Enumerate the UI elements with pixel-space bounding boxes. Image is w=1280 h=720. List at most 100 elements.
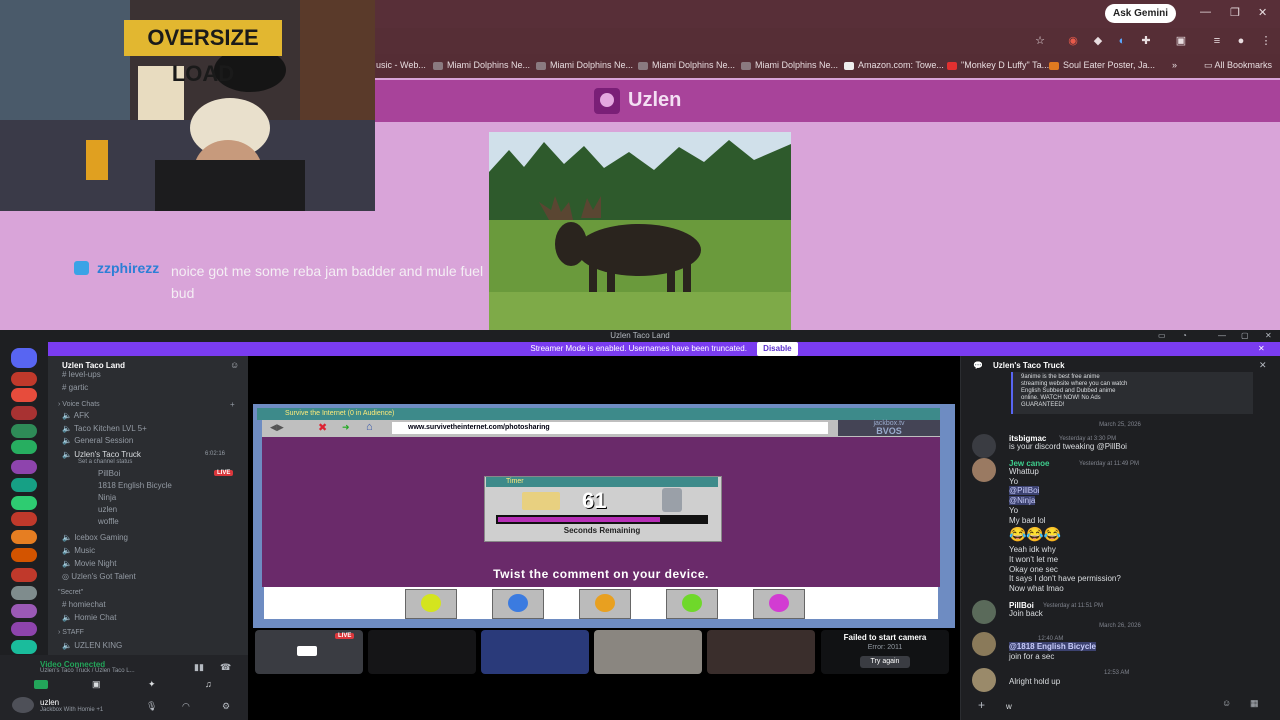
channel-uzlen-king[interactable]: 🔈 UZLEN KING bbox=[62, 641, 122, 650]
bookmark-item[interactable]: "Monkey D Luffy" Ta... bbox=[947, 60, 1049, 70]
disable-streamer-mode-button[interactable]: Disable bbox=[757, 342, 798, 356]
activity-icon[interactable]: ✦ bbox=[148, 679, 156, 690]
headphones-icon[interactable]: ◠ bbox=[182, 701, 190, 712]
close-icon[interactable]: ✕ bbox=[1258, 6, 1267, 19]
avatar[interactable] bbox=[972, 458, 996, 482]
stream-thumbnail[interactable]: LIVE bbox=[255, 630, 363, 674]
server-name[interactable]: Uzlen Taco Land bbox=[62, 361, 125, 370]
add-friend-icon[interactable]: ☺ bbox=[230, 360, 239, 370]
voice-user[interactable]: woffle bbox=[98, 517, 119, 526]
server-icon[interactable] bbox=[11, 460, 37, 474]
avatar[interactable] bbox=[972, 434, 996, 458]
video-tile[interactable] bbox=[707, 630, 815, 674]
channel-music[interactable]: 🔈 Music bbox=[62, 546, 95, 555]
close-icon[interactable]: ✕ bbox=[1265, 331, 1272, 340]
try-again-button[interactable]: Try again bbox=[860, 656, 910, 668]
extension-icon[interactable]: ◆ bbox=[1091, 35, 1105, 47]
channel-level-ups[interactable]: # level-ups bbox=[62, 370, 101, 379]
server-icon[interactable] bbox=[11, 372, 37, 386]
bookmark-item[interactable]: Amazon.com: Towe... bbox=[844, 60, 944, 70]
server-icon[interactable] bbox=[11, 604, 37, 618]
voice-location[interactable]: Uzlen's Taco Truck / Uzlen Taco L... bbox=[40, 668, 135, 674]
bookmark-item[interactable]: Miami Dolphins Ne... bbox=[433, 60, 530, 70]
voice-user[interactable]: Ninja bbox=[98, 493, 116, 502]
server-icon[interactable] bbox=[11, 478, 37, 492]
set-status-link[interactable]: Set a channel status bbox=[78, 459, 132, 465]
camera-toggle-icon[interactable] bbox=[34, 680, 48, 689]
category-secret[interactable]: "Secret" bbox=[58, 589, 83, 596]
home-icon[interactable] bbox=[11, 348, 37, 368]
server-icon[interactable] bbox=[11, 586, 37, 600]
mention[interactable]: @PillBoi bbox=[1009, 486, 1040, 495]
video-tile[interactable] bbox=[594, 630, 702, 674]
voice-user[interactable]: uzlen bbox=[98, 505, 117, 514]
tab-search-icon[interactable]: ▣ bbox=[1174, 35, 1188, 47]
add-channel-icon[interactable]: + bbox=[230, 400, 235, 409]
server-icon[interactable] bbox=[11, 496, 37, 510]
channel-taco-kitchen[interactable]: 🔈 Taco Kitchen LVL 5+ bbox=[62, 424, 147, 433]
mic-icon[interactable]: 🎙 bbox=[146, 701, 157, 712]
channel-afk[interactable]: 🔈 AFK bbox=[62, 411, 89, 420]
server-icon[interactable] bbox=[11, 530, 37, 544]
profile-icon[interactable]: ● bbox=[1234, 35, 1248, 47]
help-icon[interactable]: ◔ bbox=[1182, 331, 1187, 340]
channel-movie-night[interactable]: 🔈 Movie Night bbox=[62, 559, 116, 568]
channel-homie-chat[interactable]: 🔈 Homie Chat bbox=[62, 613, 116, 622]
mention[interactable]: @Ninja bbox=[1009, 496, 1036, 505]
inbox-icon[interactable]: ▭ bbox=[1158, 331, 1166, 340]
settings-icon[interactable]: ⚙ bbox=[222, 701, 230, 712]
category-voice[interactable]: › Voice Chats bbox=[58, 401, 100, 408]
bookmark-star-icon[interactable]: ☆ bbox=[1033, 35, 1047, 47]
mention[interactable]: @1818 English Bicycle bbox=[1009, 642, 1096, 651]
avatar[interactable] bbox=[12, 697, 34, 713]
close-banner-icon[interactable]: ✕ bbox=[1258, 344, 1265, 353]
voice-user[interactable]: 1818 English Bicycle bbox=[98, 481, 172, 490]
bookmark-item[interactable]: Soul Eater Poster, Ja... bbox=[1049, 60, 1155, 70]
server-icon[interactable] bbox=[11, 568, 37, 582]
bookmark-item[interactable]: Miami Dolphins Ne... bbox=[638, 60, 735, 70]
bookmark-item[interactable]: Miami Dolphins Ne... bbox=[741, 60, 838, 70]
ask-gemini-button[interactable]: Ask Gemini bbox=[1105, 4, 1176, 23]
server-icon[interactable] bbox=[11, 424, 37, 438]
attach-plus-icon[interactable]: + bbox=[978, 698, 985, 712]
server-icon[interactable] bbox=[11, 622, 37, 636]
bookmark-item[interactable]: Miami Dolphins Ne... bbox=[536, 60, 633, 70]
channel-taco-truck[interactable]: 🔈 Uzlen's Taco Truck bbox=[62, 450, 141, 459]
extension-icon[interactable]: ◉ bbox=[1066, 35, 1080, 47]
video-tile[interactable] bbox=[368, 630, 476, 674]
soundboard-icon[interactable]: ♫ bbox=[205, 679, 212, 689]
channel-gartic[interactable]: # gartic bbox=[62, 383, 88, 392]
channel-icebox[interactable]: 🔈 Icebox Gaming bbox=[62, 533, 128, 542]
server-icon[interactable] bbox=[11, 440, 37, 454]
close-chat-icon[interactable]: ✕ bbox=[1259, 360, 1267, 371]
voice-user[interactable]: PillBoi bbox=[98, 469, 120, 478]
avatar[interactable] bbox=[972, 632, 996, 656]
channel-homiechat[interactable]: # homiechat bbox=[62, 600, 106, 609]
server-icon[interactable] bbox=[11, 388, 37, 402]
minimize-icon[interactable]: — bbox=[1200, 6, 1211, 18]
disconnect-icon[interactable]: ☎ bbox=[220, 662, 231, 673]
channel-got-talent[interactable]: ◎ Uzlen's Got Talent bbox=[62, 572, 136, 581]
avatar[interactable] bbox=[972, 600, 996, 624]
screen-share-icon[interactable]: ▣ bbox=[92, 679, 101, 690]
server-icon[interactable] bbox=[11, 512, 37, 526]
menu-icon[interactable]: ⋮ bbox=[1259, 35, 1273, 47]
extension-icon[interactable]: ◐ bbox=[1115, 35, 1129, 47]
maximize-icon[interactable]: ▢ bbox=[1241, 331, 1249, 340]
puzzle-icon[interactable]: ✚ bbox=[1139, 35, 1153, 47]
emoji-icon[interactable]: ☺ bbox=[1222, 698, 1231, 708]
apps-icon[interactable]: ▦ bbox=[1250, 698, 1259, 709]
server-icon[interactable] bbox=[11, 406, 37, 420]
message-input[interactable] bbox=[1004, 698, 1208, 714]
avatar[interactable] bbox=[972, 668, 996, 692]
maximize-icon[interactable]: ❐ bbox=[1230, 6, 1240, 19]
chevron-right-icon[interactable]: » bbox=[1172, 60, 1177, 70]
minimize-icon[interactable]: — bbox=[1218, 331, 1226, 340]
bookmark-item[interactable]: usic - Web... bbox=[376, 60, 426, 70]
server-icon[interactable] bbox=[11, 640, 37, 654]
server-icon[interactable] bbox=[11, 548, 37, 562]
channel-general[interactable]: 🔈 General Session bbox=[62, 436, 133, 445]
noise-icon[interactable]: ▮▮ bbox=[194, 662, 204, 673]
video-tile[interactable] bbox=[481, 630, 589, 674]
media-icon[interactable]: ≡ bbox=[1210, 35, 1224, 47]
